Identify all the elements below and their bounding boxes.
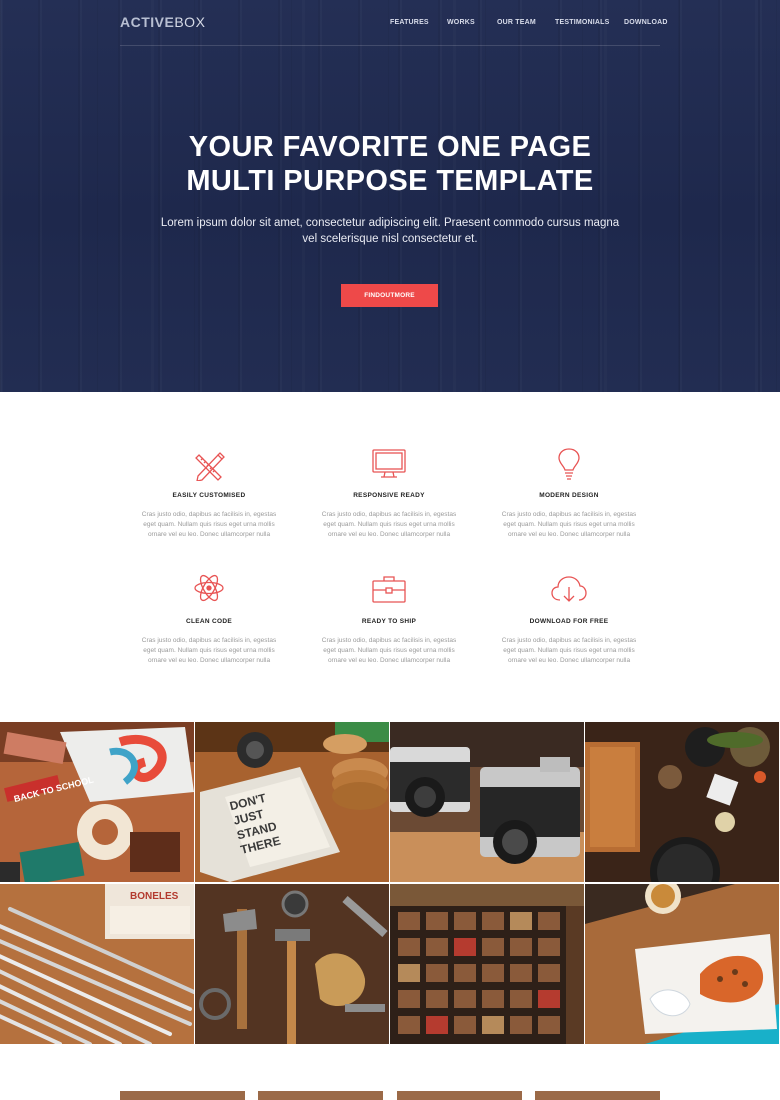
nav-item-download[interactable]: DOWNLOAD — [624, 19, 668, 26]
cloud-download-icon — [551, 576, 587, 602]
hero-subtitle-line2: vel scelerisque nisl consectetur et. — [302, 233, 478, 245]
nav-item-testimonials[interactable]: TESTIMONIALS — [555, 19, 610, 26]
team-photo-top — [120, 1091, 245, 1100]
monitor-icon — [372, 449, 406, 478]
feature-title: MODERN DESIGN — [539, 492, 599, 499]
pencil-ruler-icon — [195, 452, 225, 481]
feature-title: RESPONSIVE READY — [353, 492, 425, 499]
feature-responsive-ready: RESPONSIVE READY Cras justo odio, dapibu… — [299, 447, 479, 540]
gallery-tile-tools[interactable] — [195, 884, 389, 1044]
feature-modern-design: MODERN DESIGN Cras justo odio, dapibus a… — [479, 447, 659, 540]
gallery-tile-food[interactable] — [585, 884, 779, 1044]
feature-title: CLEAN CODE — [186, 618, 232, 625]
feature-title: DOWNLOAD FOR FREE — [529, 618, 609, 625]
cameras-photo — [390, 722, 584, 882]
nav-item-our-team[interactable]: OUR TEAM — [497, 19, 536, 26]
gallery-tile-pencils[interactable]: BONELES — [0, 884, 194, 1044]
hero-subtitle-line1: Lorem ipsum dolor sit amet, consectetur … — [160, 217, 620, 229]
team-photo-top — [258, 1091, 383, 1100]
hero-title-line2: MULTI PURPOSE TEMPLATE — [186, 165, 594, 197]
kitchen-tools-photo — [585, 722, 779, 882]
nav-divider — [120, 45, 660, 46]
notebook-photo: DON'T JUST STAND THERE — [195, 722, 389, 882]
nav-item-features[interactable]: FEATURES — [390, 19, 429, 26]
branding-mockup-photo: BACK TO SCHOOL — [0, 722, 194, 882]
feature-title: READY TO SHIP — [361, 618, 417, 625]
feature-description: Cras justo odio, dapibus ac facilisis in… — [501, 637, 637, 664]
feature-description: Cras justo odio, dapibus ac facilisis in… — [141, 637, 277, 664]
gallery-tile-letterpress[interactable] — [390, 884, 584, 1044]
gallery-tile-notebook[interactable]: DON'T JUST STAND THERE — [195, 722, 389, 882]
feature-clean-code: CLEAN CODE Cras justo odio, dapibus ac f… — [119, 573, 299, 666]
hand-tools-photo — [195, 884, 389, 1044]
team-photo-top — [535, 1091, 660, 1100]
portfolio-gallery: BACK TO SCHOOL DON'T JUST STAND THERE BO… — [0, 722, 780, 1044]
briefcase-icon — [372, 576, 406, 603]
nav-item-works[interactable]: WORKS — [447, 19, 475, 26]
feature-download-for-free: DOWNLOAD FOR FREE Cras justo odio, dapib… — [479, 573, 659, 666]
main-nav: FEATURES WORKS OUR TEAM TESTIMONIALS DOW… — [0, 19, 780, 31]
pencils-photo: BONELES — [0, 884, 194, 1044]
feature-easily-customised: EASILY CUSTOMISED Cras justo odio, dapib… — [119, 447, 299, 540]
feature-description: Cras justo odio, dapibus ac facilisis in… — [501, 511, 637, 538]
gallery-tile-branding[interactable]: BACK TO SCHOOL — [0, 722, 194, 882]
hero-section: ACTIVEBOX FEATURES WORKS OUR TEAM TESTIM… — [0, 0, 780, 392]
atom-icon — [194, 574, 224, 602]
feature-title: EASILY CUSTOMISED — [172, 492, 246, 499]
gallery-tile-kitchen[interactable] — [585, 722, 779, 882]
food-plate-photo — [585, 884, 779, 1044]
boneles-sign: BONELES — [130, 891, 179, 902]
feature-description: Cras justo odio, dapibus ac facilisis in… — [321, 637, 457, 664]
feature-description: Cras justo odio, dapibus ac facilisis in… — [321, 511, 457, 538]
lightbulb-icon — [558, 448, 580, 480]
feature-description: Cras justo odio, dapibus ac facilisis in… — [141, 511, 277, 538]
feature-ready-to-ship: READY TO SHIP Cras justo odio, dapibus a… — [299, 573, 479, 666]
hero-title: YOUR FAVORITE ONE PAGE MULTI PURPOSE TEM… — [0, 130, 780, 198]
gallery-tile-cameras[interactable] — [390, 722, 584, 882]
team-photo-top — [397, 1091, 522, 1100]
hero-title-line1: YOUR FAVORITE ONE PAGE — [188, 131, 592, 163]
hero-subtitle: Lorem ipsum dolor sit amet, consectetur … — [0, 215, 780, 247]
letterpress-type-photo — [390, 884, 584, 1044]
find-out-more-button[interactable]: FINDOUTMORE — [341, 284, 438, 307]
